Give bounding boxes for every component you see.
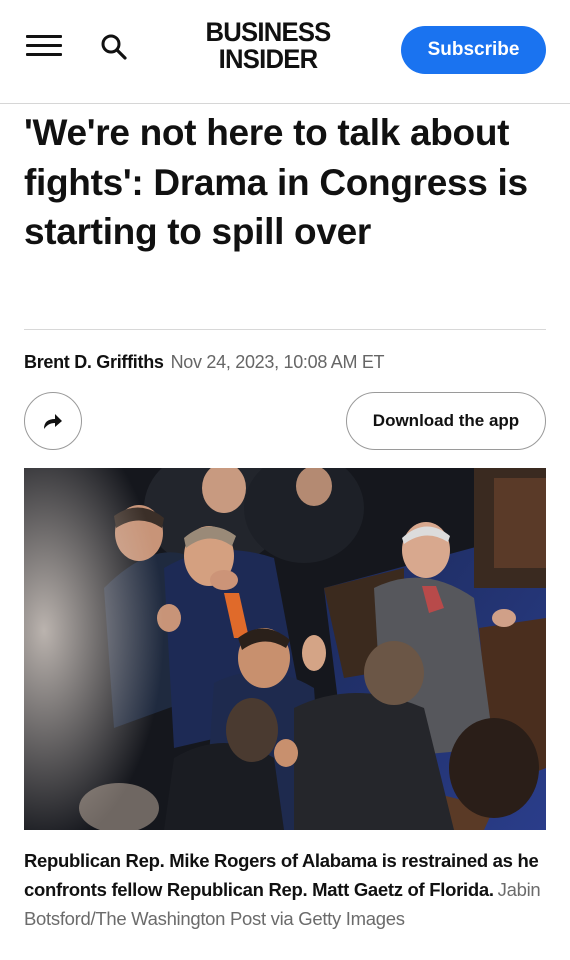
site-header: BUSINESS INSIDER Subscribe (0, 0, 570, 104)
download-app-button[interactable]: Download the app (346, 392, 546, 450)
article-photo (24, 468, 546, 830)
share-button[interactable] (24, 392, 82, 450)
author-name[interactable]: Brent D. Griffiths (24, 352, 164, 372)
subscribe-button[interactable]: Subscribe (401, 26, 546, 74)
publish-date: Nov 24, 2023, 10:08 AM ET (170, 352, 385, 372)
share-arrow-icon (44, 414, 62, 429)
logo-line-2: INSIDER (218, 44, 318, 74)
logo-line-1: BUSINESS (205, 17, 331, 47)
photo-caption: Republican Rep. Mike Rogers of Alabama i… (24, 846, 550, 933)
article-headline: 'We're not here to talk about fights': D… (24, 112, 528, 252)
search-icon[interactable] (100, 33, 128, 61)
business-insider-logo[interactable]: BUSINESS INSIDER (192, 19, 344, 79)
headline-divider (24, 329, 546, 330)
caption-text: Republican Rep. Mike Rogers of Alabama i… (24, 850, 539, 900)
hamburger-menu-icon[interactable] (26, 33, 62, 59)
byline: Brent D. Griffiths Nov 24, 2023, 10:08 AM… (24, 351, 385, 373)
